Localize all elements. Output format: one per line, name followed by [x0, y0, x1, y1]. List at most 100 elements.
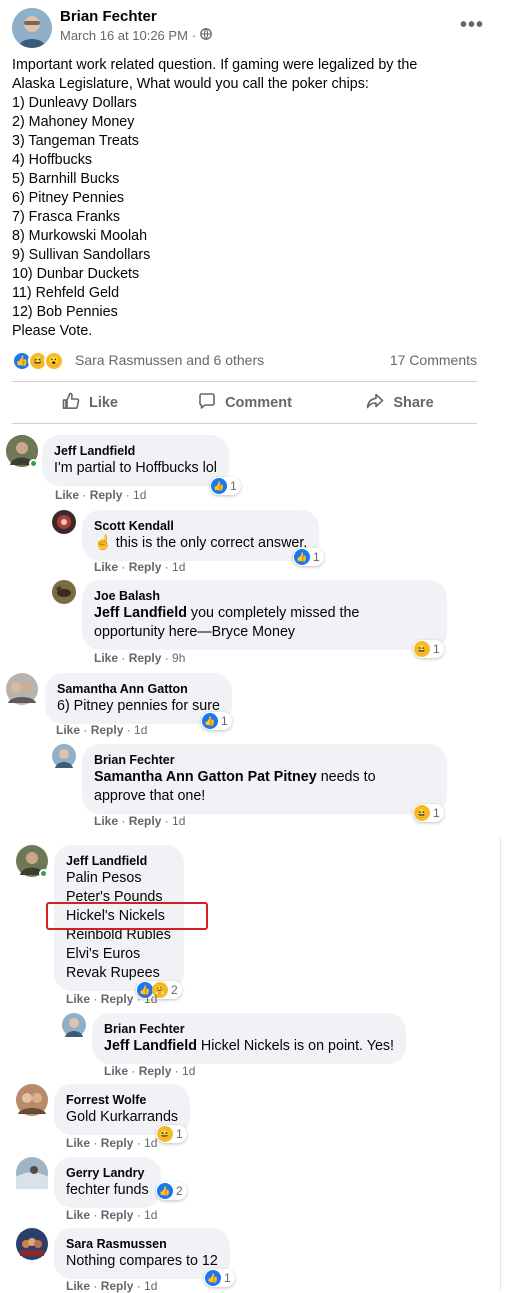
- reactions-bar: 👍 😆 😮 Sara Rasmussen and 6 others 17 Com…: [12, 350, 477, 372]
- comment-time[interactable]: 1d: [182, 1064, 195, 1078]
- comment-footer: Like · Reply · 1d: [94, 560, 185, 574]
- footer-separator: ·: [133, 992, 145, 1006]
- comment-reply-link[interactable]: Reply: [129, 651, 162, 665]
- commenter-avatar[interactable]: [16, 1228, 48, 1260]
- comment-count[interactable]: 17 Comments: [390, 352, 477, 368]
- scrollbar-track[interactable]: [500, 838, 501, 1290]
- mention-link[interactable]: Samantha Ann Gatton Pat Pitney: [94, 769, 317, 785]
- author-avatar[interactable]: [12, 8, 52, 48]
- comment-footer: Like · Reply · 1d: [104, 1064, 195, 1078]
- comment-reactions[interactable]: 👍 1: [293, 548, 324, 566]
- comment-footer: Like · Reply · 1d: [55, 488, 146, 502]
- comment-text-body: needs to: [320, 769, 376, 785]
- comment-time[interactable]: 1d: [172, 814, 185, 828]
- comment-time[interactable]: 1d: [134, 723, 147, 737]
- footer-separator: ·: [118, 651, 129, 665]
- reactions-summary[interactable]: Sara Rasmussen and 6 others: [75, 352, 264, 368]
- commenter-avatar[interactable]: [52, 510, 76, 534]
- comment-footer: Like · Reply · 1d: [94, 814, 185, 828]
- comment-footer: Like · Reply · 1d: [66, 1136, 157, 1150]
- comment-reactions[interactable]: 👍 1: [201, 712, 232, 730]
- comment-like-link[interactable]: Like: [66, 1279, 90, 1293]
- footer-separator: ·: [161, 651, 173, 665]
- commenter-name[interactable]: Sara Rasmussen: [66, 1236, 218, 1252]
- comment-time[interactable]: 9h: [172, 651, 185, 665]
- more-options-button[interactable]: •••: [460, 14, 484, 37]
- post-line: 2) Mahoney Money: [12, 114, 135, 130]
- commenter-avatar[interactable]: [16, 1157, 48, 1189]
- commenter-name[interactable]: Joe Balash: [94, 588, 435, 604]
- comment-reply-link[interactable]: Reply: [101, 1279, 134, 1293]
- footer-separator: ·: [171, 1064, 183, 1078]
- comment-footer: Like · Reply · 1d: [66, 992, 157, 1006]
- comment-button[interactable]: Comment: [167, 388, 322, 418]
- online-status-dot: [29, 459, 38, 468]
- mention-link[interactable]: Jeff Landfield: [94, 605, 187, 621]
- comment-reactions[interactable]: 😆 1: [413, 804, 444, 822]
- commenter-name[interactable]: Brian Fechter: [94, 752, 435, 768]
- comment-time[interactable]: 1d: [144, 1279, 157, 1293]
- footer-separator: ·: [133, 1136, 145, 1150]
- comment-reply-link[interactable]: Reply: [101, 992, 134, 1006]
- comment-time[interactable]: 1d: [144, 992, 157, 1006]
- reaction-icons[interactable]: 👍 😆 😮: [12, 351, 64, 371]
- comment-reply-link[interactable]: Reply: [91, 723, 124, 737]
- commenter-name[interactable]: Jeff Landfield: [54, 443, 217, 459]
- comment-reply-link[interactable]: Reply: [129, 814, 162, 828]
- footer-separator: ·: [90, 1136, 101, 1150]
- comment-reactions[interactable]: 👍 2: [156, 1182, 187, 1200]
- footer-separator: ·: [80, 723, 91, 737]
- commenter-avatar[interactable]: [16, 1084, 48, 1116]
- haha-reaction-icon: 😆: [414, 641, 430, 657]
- haha-reaction-icon: 😆: [414, 805, 430, 821]
- comment-text: Elvi's Euros: [66, 946, 141, 962]
- like-reaction-icon: 👍: [202, 713, 218, 729]
- comment-like-link[interactable]: Like: [66, 1136, 90, 1150]
- comment-like-link[interactable]: Like: [104, 1064, 128, 1078]
- comment-reply-link[interactable]: Reply: [90, 488, 123, 502]
- comment-time[interactable]: 1d: [133, 488, 146, 502]
- comment-like-link[interactable]: Like: [94, 814, 118, 828]
- comment-reply-link[interactable]: Reply: [139, 1064, 172, 1078]
- comment-reactions[interactable]: 😆 1: [413, 640, 444, 658]
- comment-like-link[interactable]: Like: [56, 723, 80, 737]
- commenter-avatar[interactable]: [62, 1013, 86, 1037]
- comment-reply-link[interactable]: Reply: [101, 1208, 134, 1222]
- divider: [12, 423, 477, 424]
- comment-text: ☝ this is the only correct answer.: [94, 534, 307, 553]
- comment-time[interactable]: 1d: [144, 1208, 157, 1222]
- share-button[interactable]: Share: [322, 388, 477, 418]
- comment-reply-link[interactable]: Reply: [101, 1136, 134, 1150]
- comment-time[interactable]: 1d: [144, 1136, 157, 1150]
- like-button[interactable]: Like: [12, 388, 167, 418]
- comment-like-link[interactable]: Like: [94, 560, 118, 574]
- comment-time[interactable]: 1d: [172, 560, 185, 574]
- mention-link[interactable]: Jeff Landfield: [104, 1038, 197, 1054]
- comment-like-link[interactable]: Like: [66, 992, 90, 1006]
- comment-reactions[interactable]: 😆 1: [156, 1125, 187, 1143]
- commenter-name[interactable]: Gerry Landry: [66, 1165, 149, 1181]
- like-reaction-icon: 👍: [157, 1183, 173, 1199]
- reaction-count: 1: [433, 642, 440, 656]
- footer-separator: ·: [161, 560, 173, 574]
- commenter-avatar[interactable]: [52, 580, 76, 604]
- commenter-name[interactable]: Scott Kendall: [94, 518, 307, 534]
- comment-like-link[interactable]: Like: [94, 651, 118, 665]
- comment-reactions[interactable]: 👍 1: [204, 1269, 235, 1287]
- comment-footer: Like · Reply · 9h: [94, 651, 185, 665]
- commenter-name[interactable]: Jeff Landfield: [66, 853, 172, 869]
- comment-like-link[interactable]: Like: [55, 488, 79, 502]
- commenter-avatar[interactable]: [52, 744, 76, 768]
- post-line: 11) Rehfeld Geld: [12, 285, 120, 301]
- comment-reply-link[interactable]: Reply: [129, 560, 162, 574]
- post-timestamp[interactable]: March 16 at 10:26 PM: [60, 28, 188, 43]
- commenter-name[interactable]: Forrest Wolfe: [66, 1092, 178, 1108]
- commenter-avatar[interactable]: [6, 673, 38, 705]
- comment-text-body: you completely missed the: [190, 605, 360, 621]
- commenter-name[interactable]: Samantha Ann Gatton: [57, 681, 220, 697]
- comment-like-link[interactable]: Like: [66, 1208, 90, 1222]
- post-author[interactable]: Brian Fechter: [60, 8, 157, 25]
- footer-separator: ·: [122, 488, 134, 502]
- comment-reactions[interactable]: 👍 1: [210, 477, 241, 495]
- commenter-name[interactable]: Brian Fechter: [104, 1021, 394, 1037]
